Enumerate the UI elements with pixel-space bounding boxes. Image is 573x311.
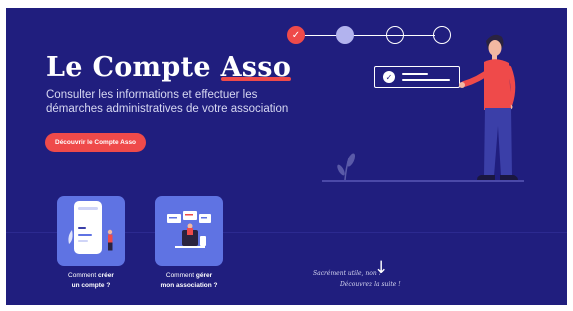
hero-section: Le Compte Asso Consulter les information… xyxy=(6,8,567,305)
plant-icon xyxy=(337,153,356,181)
scroll-hint-line1: Sacrément utile, non ? xyxy=(313,270,382,277)
caption-prefix: Comment xyxy=(165,272,196,279)
create-account-card[interactable] xyxy=(57,196,125,266)
create-account-caption: Comment créer un compte ? xyxy=(43,271,139,291)
floor-line xyxy=(322,180,524,182)
caption-bold: gérer xyxy=(195,272,213,279)
caption-bold: créer xyxy=(98,272,114,279)
arrow-down-icon: ↓ xyxy=(374,258,389,278)
caption-prefix: Comment xyxy=(68,272,99,279)
scroll-hint-line2: Découvrez la suite ! xyxy=(340,281,401,288)
caption-line2: un compte ? xyxy=(71,282,111,289)
manage-association-caption: Comment gérer mon association ? xyxy=(141,271,237,291)
meeting-illustration-icon xyxy=(167,211,211,248)
manage-association-card[interactable] xyxy=(155,196,223,266)
phone-illustration-icon xyxy=(68,201,113,254)
caption-line2: mon association ? xyxy=(160,282,218,289)
standing-person xyxy=(459,34,518,180)
scroll-down-hint[interactable]: Sacrément utile, non ? ↓ Découvrez la su… xyxy=(313,258,423,301)
